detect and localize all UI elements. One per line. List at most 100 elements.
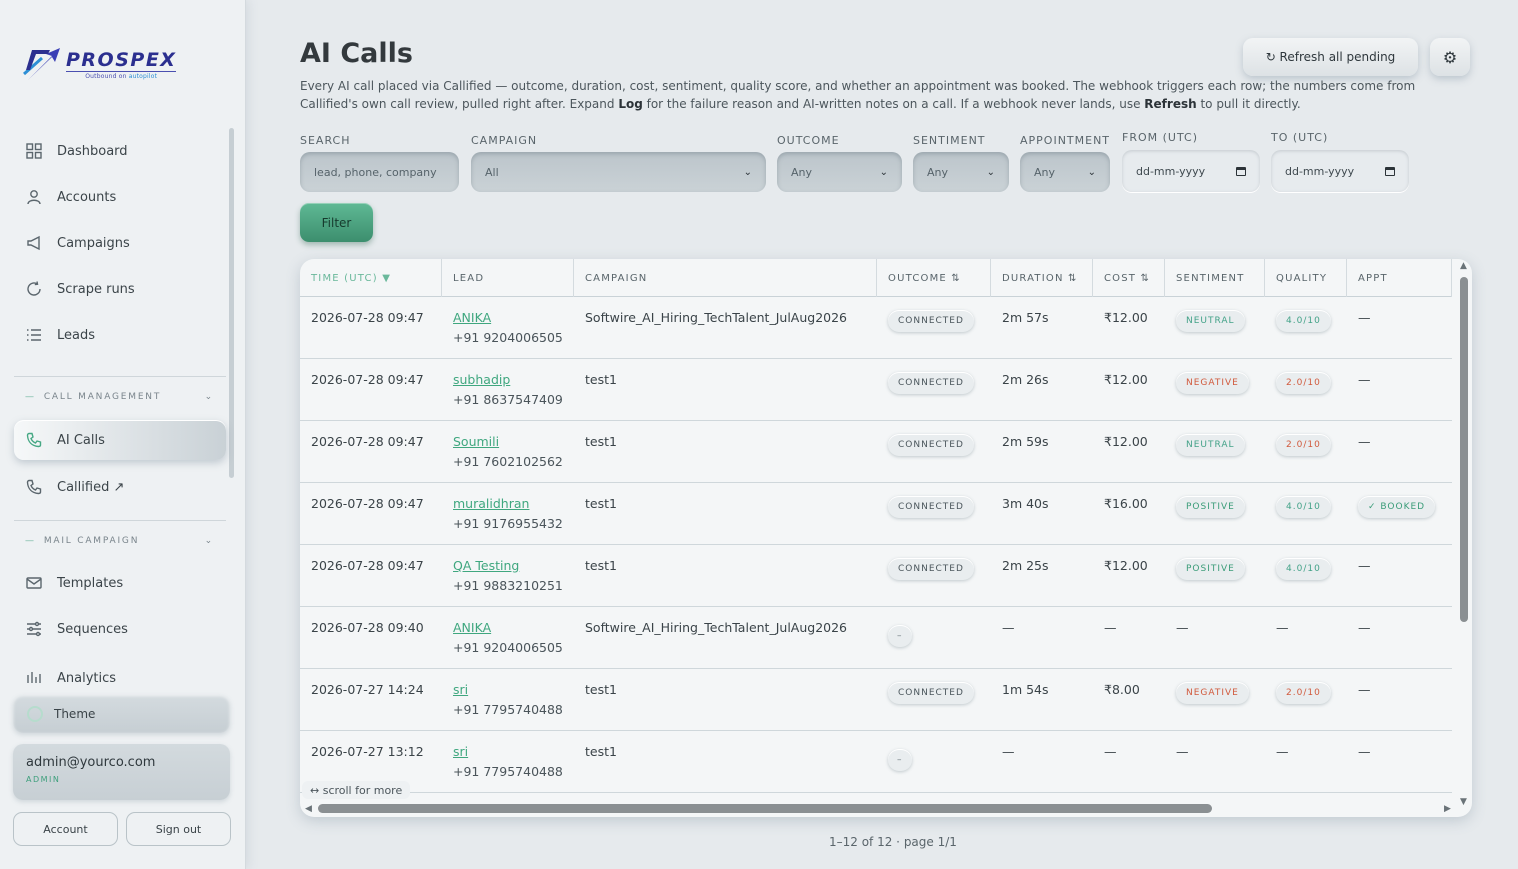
pagination-info: 1–12 of 12 · page 1/1 <box>829 835 957 849</box>
sidebar-item-label: Accounts <box>57 189 117 205</box>
lead-link[interactable]: muralidhran <box>453 496 529 511</box>
lead-phone: +91 9204006505 <box>453 330 563 345</box>
theme-toggle-button[interactable]: Theme <box>13 695 230 733</box>
quality-badge: 2.0/10 <box>1276 434 1331 456</box>
settings-button[interactable]: ⚙ <box>1430 38 1470 76</box>
appointment-label: APPOINTMENT <box>1020 134 1111 147</box>
sentiment-badge: NEUTRAL <box>1176 434 1245 456</box>
calls-table: TIME (UTC) ▼ LEAD CAMPAIGN OUTCOME ⇅ DUR… <box>300 259 1472 817</box>
lead-link[interactable]: sri <box>453 682 468 697</box>
sidebar-item-campaigns[interactable]: Campaigns <box>14 220 226 266</box>
sidebar-item-ai-calls[interactable]: AI Calls <box>14 420 226 460</box>
campaign-label: CAMPAIGN <box>471 134 538 147</box>
from-date-label: FROM (UTC) <box>1122 131 1199 144</box>
sidebar-item-analytics[interactable]: Analytics <box>14 652 226 686</box>
sentiment-badge: POSITIVE <box>1176 496 1245 518</box>
outcome-label: OUTCOME <box>777 134 840 147</box>
sentiment-badge: POSITIVE <box>1176 558 1245 580</box>
column-outcome[interactable]: OUTCOME ⇅ <box>877 259 991 297</box>
page-description: Every AI call placed via Callified — out… <box>300 79 1416 111</box>
call-cost: ₹12.00 <box>1104 558 1148 573</box>
refresh-all-pending-button[interactable]: ↻ Refresh all pending <box>1243 38 1418 76</box>
sidebar-item-sequences[interactable]: Sequences <box>14 606 226 652</box>
theme-label: Theme <box>54 707 96 721</box>
lead-phone: +91 7795740488 <box>453 764 563 779</box>
user-role: ADMIN <box>26 775 61 784</box>
main-content: AI Calls ↻ Refresh all pending ⚙ Every A… <box>246 0 1518 869</box>
from-date-input[interactable]: dd-mm-yyyy <box>1122 150 1260 192</box>
quality-badge: 4.0/10 <box>1276 496 1331 518</box>
user-email: admin@yourco.com <box>26 755 156 770</box>
search-label: SEARCH <box>300 134 351 147</box>
sidebar-item-callified[interactable]: Callified ↗ <box>14 464 226 510</box>
sidebar: PROSPEX Outbound on autopilot Dashboard … <box>0 0 246 869</box>
campaign-name: test1 <box>585 682 617 697</box>
brand-logo[interactable]: PROSPEX Outbound on autopilot <box>22 44 177 82</box>
lead-link[interactable]: sri <box>453 744 468 759</box>
sentiment-value: — <box>1176 744 1189 759</box>
horizontal-scrollbar[interactable] <box>318 804 1446 813</box>
sign-out-button[interactable]: Sign out <box>126 812 231 846</box>
column-cost[interactable]: COST ⇅ <box>1093 259 1165 297</box>
vertical-scroll-thumb[interactable] <box>1460 277 1468 622</box>
lead-phone: +91 8637547409 <box>453 392 563 407</box>
to-date-input[interactable]: dd-mm-yyyy <box>1271 150 1409 192</box>
sidebar-item-label: Leads <box>57 327 96 343</box>
vertical-scrollbar[interactable]: ▲ ▼ <box>1460 261 1468 807</box>
gear-icon: ⚙ <box>1442 47 1458 67</box>
column-duration[interactable]: DURATION ⇅ <box>991 259 1093 297</box>
phone-icon <box>25 478 43 496</box>
lead-link[interactable]: Soumili <box>453 434 499 449</box>
refresh-keyword: Refresh <box>1144 97 1197 111</box>
sidebar-item-scrape-runs[interactable]: Scrape runs <box>14 266 226 312</box>
sidebar-item-leads[interactable]: Leads <box>14 312 226 358</box>
lead-phone: +91 7602102562 <box>453 454 563 469</box>
table-row: 2026-07-28 09:47 subhadip +91 8637547409 te… <box>300 359 1452 421</box>
call-duration: 2m 57s <box>1002 310 1049 325</box>
account-button[interactable]: Account <box>13 812 118 846</box>
sidebar-item-templates[interactable]: Templates <box>14 560 226 606</box>
call-duration: — <box>1002 744 1015 759</box>
table-header: TIME (UTC) ▼ LEAD CAMPAIGN OUTCOME ⇅ DUR… <box>300 259 1452 297</box>
appointment-select[interactable]: Any ⌄ <box>1020 152 1110 192</box>
campaign-name: Softwire_AI_Hiring_TechTalent_JulAug2026 <box>585 620 848 635</box>
search-input[interactable]: lead, phone, company <box>300 152 459 192</box>
quality-badge: 2.0/10 <box>1276 372 1331 394</box>
scroll-hint: ↔ scroll for more <box>302 781 411 799</box>
lead-link[interactable]: subhadip <box>453 372 510 387</box>
call-cost: — <box>1104 744 1117 759</box>
call-cost: ₹12.00 <box>1104 310 1148 325</box>
lead-link[interactable]: ANIKA <box>453 310 491 325</box>
call-cost: ₹12.00 <box>1104 434 1148 449</box>
call-cost: ₹12.00 <box>1104 372 1148 387</box>
outcome-select[interactable]: Any ⌄ <box>777 152 902 192</box>
scroll-left-arrow[interactable]: ◀ <box>305 804 312 814</box>
section-mail-campaign[interactable]: — MAIL CAMPAIGN ⌄ <box>14 520 226 560</box>
sidebar-item-label: AI Calls <box>57 432 105 448</box>
column-campaign: CAMPAIGN <box>574 259 877 297</box>
phone-icon <box>25 431 43 449</box>
chevron-down-icon: ⌄ <box>204 535 214 546</box>
quality-badge: 4.0/10 <box>1276 310 1331 332</box>
appointment-value: — <box>1358 310 1371 325</box>
lead-link[interactable]: QA Testing <box>453 558 519 573</box>
sentiment-select[interactable]: Any ⌄ <box>913 152 1009 192</box>
column-time[interactable]: TIME (UTC) ▼ <box>300 259 442 297</box>
sidebar-item-label: Analytics <box>57 671 117 686</box>
call-time: 2026-07-27 13:12 <box>311 744 424 759</box>
section-call-management[interactable]: — CALL MANAGEMENT ⌄ <box>14 376 226 416</box>
table-row: 2026-07-27 14:24 sri +91 7795740488 test1 CO… <box>300 669 1452 731</box>
call-time: 2026-07-28 09:47 <box>311 434 424 449</box>
filter-button[interactable]: Filter <box>300 203 373 242</box>
calendar-icon <box>1385 166 1395 176</box>
sidebar-item-dashboard[interactable]: Dashboard <box>14 128 226 174</box>
scroll-right-arrow[interactable]: ▶ <box>1444 804 1451 814</box>
horizontal-scroll-thumb[interactable] <box>318 804 1212 813</box>
lead-link[interactable]: ANIKA <box>453 620 491 635</box>
call-time: 2026-07-28 09:40 <box>311 620 424 635</box>
sidebar-scrollbar[interactable] <box>229 128 234 478</box>
call-time: 2026-07-28 09:47 <box>311 496 424 511</box>
table-row: 2026-07-28 09:47 QA Testing +91 9883210251… <box>300 545 1452 607</box>
campaign-select[interactable]: All ⌄ <box>471 152 766 192</box>
sidebar-item-accounts[interactable]: Accounts <box>14 174 226 220</box>
